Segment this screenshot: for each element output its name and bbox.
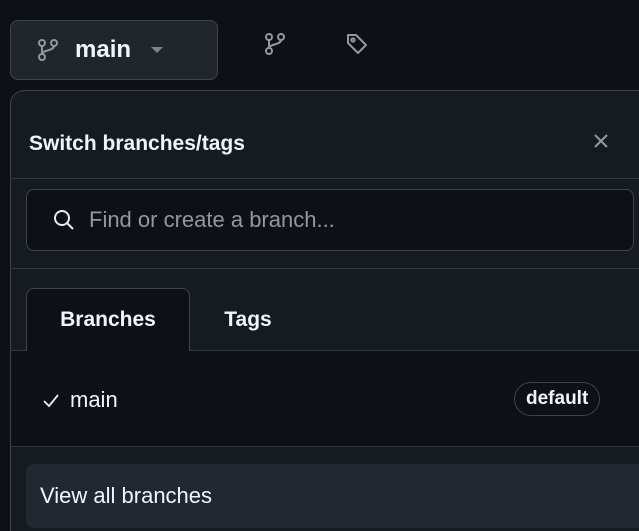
view-all-branches-link[interactable]: View all branches [26,464,639,528]
close-icon[interactable] [592,132,610,150]
branch-select-button[interactable]: main [10,20,218,80]
dropdown-title: Switch branches/tags [29,132,245,155]
list-divider [10,446,639,447]
tab-tags[interactable]: Tags [200,288,296,351]
branch-toolbar: main [0,0,639,84]
current-branch-label: main [75,36,132,63]
branch-item-main[interactable]: main default [11,370,621,432]
chevron-down-icon [151,47,164,53]
default-badge: default [514,382,601,416]
branch-search-field[interactable] [26,189,634,251]
check-icon [43,394,59,408]
tab-branches[interactable]: Branches [26,288,190,351]
branch-name: main [70,387,118,412]
search-divider [10,268,639,269]
page: main Switch branches/tags Find or create… [0,0,639,531]
tag-icon[interactable] [345,32,369,56]
branches-link-icon[interactable] [264,32,286,56]
git-branch-icon [37,38,59,62]
branch-search-input[interactable] [89,207,609,233]
header-divider [10,178,639,179]
search-icon [53,209,75,231]
